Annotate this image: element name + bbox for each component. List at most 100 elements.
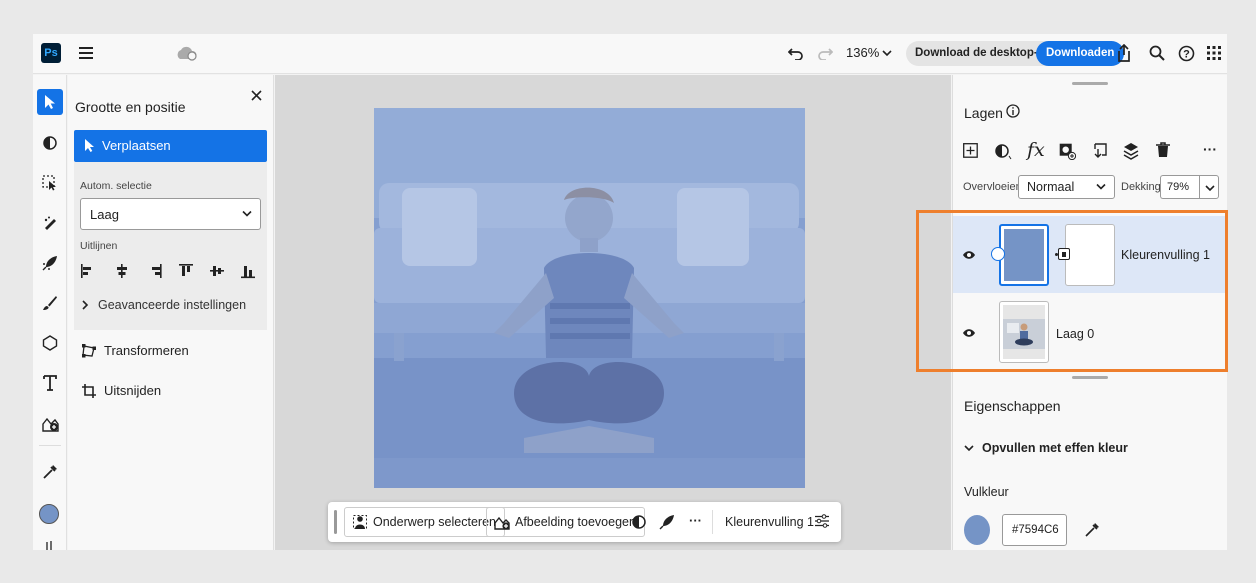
move-cursor-icon — [85, 139, 94, 152]
redo-icon[interactable] — [814, 42, 836, 64]
add-image-button[interactable]: Afbeelding toevoegen — [486, 507, 645, 537]
info-icon[interactable] — [1006, 104, 1020, 121]
crop-option[interactable]: Uitsnijden — [82, 383, 161, 398]
selection-tool-icon[interactable] — [37, 170, 63, 196]
adjustment-layer-icon[interactable] — [995, 143, 1012, 163]
move-settings-group: Autom. selectie Laag Uitlijnen Geavancee… — [74, 162, 267, 330]
auto-select-dropdown[interactable]: Laag — [80, 198, 261, 230]
layers-highlight-frame — [916, 210, 1228, 372]
layer-effects-fx-icon[interactable]: fx — [1027, 139, 1045, 161]
close-icon[interactable] — [251, 88, 262, 106]
properties-panel-grip[interactable] — [1072, 376, 1108, 379]
svg-text:?: ? — [1183, 48, 1190, 60]
shape-tool-icon[interactable] — [37, 330, 63, 356]
align-bottom-icon[interactable] — [240, 263, 256, 279]
fill-eyedropper-icon[interactable] — [1084, 522, 1100, 541]
opacity-dropdown-button[interactable] — [1199, 175, 1219, 199]
auto-select-value: Laag — [90, 206, 119, 222]
taskbar-layer-name: Kleurenvulling 1 — [725, 515, 814, 529]
fill-color-swatch[interactable] — [964, 515, 990, 545]
opacity-input[interactable]: 79% — [1160, 175, 1201, 199]
properties-options-panel: Grootte en positie Verplaatsen Autom. se… — [68, 75, 274, 550]
adjustment-task-icon[interactable] — [632, 515, 646, 532]
document-canvas[interactable] — [374, 108, 805, 488]
align-center-v-icon[interactable] — [209, 263, 225, 279]
blend-mode-dropdown[interactable]: Normaal — [1018, 175, 1115, 199]
more-options-icon[interactable]: ··· — [689, 513, 702, 528]
swap-colors-icon[interactable] — [44, 539, 54, 550]
align-label: Uitlijnen — [80, 240, 118, 252]
align-top-icon[interactable] — [178, 263, 194, 279]
quick-action-rocket-icon[interactable] — [37, 250, 63, 276]
chevron-right-icon — [82, 300, 89, 310]
apps-grid-icon[interactable] — [1203, 42, 1225, 64]
align-center-h-icon[interactable] — [114, 263, 130, 279]
healing-brush-icon[interactable] — [37, 210, 63, 236]
toolbar-divider — [39, 445, 61, 446]
type-tool-icon[interactable] — [37, 370, 63, 396]
search-icon[interactable] — [1146, 42, 1168, 64]
cloud-sync-icon[interactable] — [175, 42, 197, 64]
add-image-icon[interactable] — [37, 410, 63, 436]
chevron-down-icon — [1096, 183, 1106, 190]
foreground-color-swatch[interactable] — [39, 504, 59, 524]
layer-mask-icon[interactable] — [1059, 143, 1077, 163]
solid-fill-section-label: Opvullen met effen kleur — [982, 441, 1128, 455]
crop-label: Uitsnijden — [104, 383, 162, 398]
eyedropper-tool-icon[interactable] — [37, 459, 63, 485]
advanced-settings-label: Geavanceerde instellingen — [98, 298, 247, 312]
crop-icon — [82, 383, 96, 398]
align-left-icon[interactable] — [80, 263, 96, 279]
taskbar-divider — [712, 510, 713, 534]
menu-icon[interactable] — [75, 42, 97, 64]
chevron-down-icon — [242, 210, 252, 217]
advanced-settings-toggle[interactable]: Geavanceerde instellingen — [82, 298, 246, 312]
layer-stack-icon[interactable] — [1123, 142, 1140, 163]
download-button[interactable]: Downloaden — [1036, 41, 1125, 66]
layers-panel-grip[interactable] — [1072, 82, 1108, 85]
move-option-button[interactable]: Verplaatsen — [74, 130, 267, 162]
solid-fill-section-toggle[interactable]: Opvullen met effen kleur — [964, 441, 1128, 455]
quick-actions-icon[interactable] — [659, 514, 675, 533]
options-panel-title: Grootte en positie — [75, 99, 186, 115]
contextual-task-bar: Onderwerp selecteren Afbeelding toevoege… — [328, 502, 841, 542]
zoom-chevron-down-icon[interactable] — [882, 50, 892, 57]
layers-more-icon[interactable]: ··· — [1203, 141, 1217, 157]
ps-logo[interactable]: Ps — [41, 43, 61, 63]
align-right-icon[interactable] — [147, 263, 163, 279]
adjustment-icon[interactable] — [37, 130, 63, 156]
transform-icon — [82, 343, 96, 357]
blend-mode-label: Overvloeien — [963, 181, 1022, 193]
properties-panel-title: Eigenschappen — [964, 398, 1061, 414]
move-tool-icon[interactable] — [37, 89, 63, 115]
fill-color-label: Vulkleur — [964, 485, 1009, 499]
clipping-mask-icon[interactable] — [1091, 143, 1107, 163]
transform-option[interactable]: Transformeren — [82, 343, 189, 358]
taskbar-drag-handle[interactable] — [334, 510, 337, 534]
zoom-level[interactable]: 136% — [846, 45, 879, 60]
opacity-label: Dekking — [1121, 181, 1161, 193]
blend-mode-value: Normaal — [1027, 180, 1075, 194]
delete-layer-icon[interactable] — [1156, 142, 1170, 161]
fill-hex-input[interactable]: #7594C6 — [1002, 514, 1067, 546]
add-image-label: Afbeelding toevoegen — [515, 515, 636, 529]
select-subject-icon — [353, 515, 367, 529]
help-icon[interactable]: ? — [1175, 42, 1197, 64]
photo-boy-meditating-with-blue-fill — [374, 108, 805, 488]
undo-icon[interactable] — [785, 42, 807, 64]
top-bar: Ps 136% Download de desktop-app Download… — [33, 34, 1227, 74]
move-option-label: Verplaatsen — [102, 138, 171, 153]
settings-sliders-icon[interactable] — [815, 514, 829, 531]
opacity-value: 79% — [1167, 181, 1190, 193]
add-layer-icon[interactable] — [963, 143, 978, 161]
brush-tool-icon[interactable] — [37, 290, 63, 316]
select-subject-label: Onderwerp selecteren — [373, 515, 496, 529]
select-subject-button[interactable]: Onderwerp selecteren — [344, 507, 505, 537]
transform-label: Transformeren — [104, 343, 189, 358]
share-icon[interactable] — [1113, 42, 1135, 64]
canvas-area: Onderwerp selecteren Afbeelding toevoege… — [275, 75, 951, 550]
fill-hex-value: #7594C6 — [1012, 524, 1059, 536]
chevron-down-icon — [964, 444, 974, 451]
add-image-task-icon — [494, 516, 510, 530]
chevron-down-icon — [1205, 185, 1215, 192]
